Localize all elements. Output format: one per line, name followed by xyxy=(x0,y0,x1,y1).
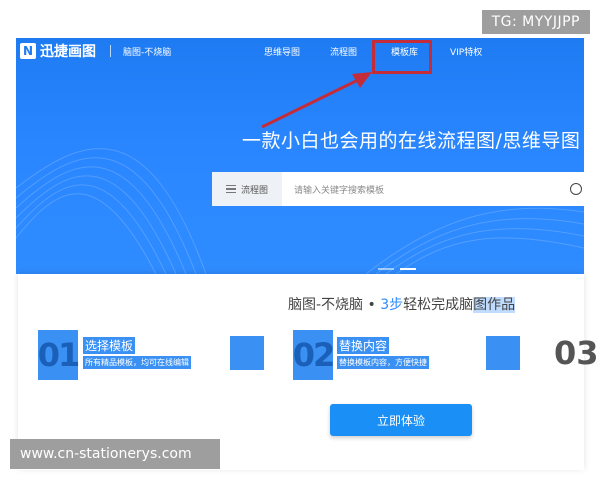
screenshot-stage: TG: MYYJJPP N 迅捷画图 脑图-不烧脑 思维导图 流程图 模板库 V… xyxy=(0,0,600,480)
try-now-button[interactable]: 立即体验 xyxy=(330,404,472,436)
nav-item-vip[interactable]: VIP特权 xyxy=(450,45,482,58)
subtitle-prefix: 脑图-不烧脑 • xyxy=(288,297,381,313)
search-input[interactable]: 请输入关键字搜索模板 xyxy=(294,183,570,196)
template-search-bar: 流程图 请输入关键字搜索模板 xyxy=(212,172,584,206)
search-icon[interactable] xyxy=(570,183,582,195)
steps-subtitle: 脑图-不烧脑 • 3步轻松完成脑图作品 xyxy=(288,294,516,314)
step-1-description: 所有精品模板，均可在线编辑 xyxy=(83,356,191,369)
carousel-indicators xyxy=(378,268,422,270)
logo-divider xyxy=(110,45,111,57)
search-type-dropdown[interactable]: 流程图 xyxy=(212,172,282,206)
step-2-description: 替换模板内容，方便快捷 xyxy=(337,356,429,369)
subtitle-end: 图作品 xyxy=(473,297,516,313)
subtitle-step-count: 3步 xyxy=(380,297,404,313)
hero-banner: N 迅捷画图 脑图-不烧脑 思维导图 流程图 模板库 VIP特权 xyxy=(16,38,584,274)
header-slogan: 脑图-不烧脑 xyxy=(123,47,172,58)
menu-icon xyxy=(225,185,236,193)
step-1-number: 01 xyxy=(38,330,80,380)
search-type-label: 流程图 xyxy=(240,185,268,196)
step-1-image xyxy=(230,336,264,370)
carousel-dot[interactable] xyxy=(378,268,394,270)
watermark-top: TG: MYYJJPP xyxy=(481,10,590,34)
nav-item-mind-map[interactable]: 思维导图 xyxy=(264,45,300,58)
hero-wave-decoration xyxy=(16,148,584,274)
subtitle-middle: 轻松完成脑 xyxy=(403,297,474,313)
logo-icon: N xyxy=(20,43,36,59)
hero-headline: 一款小白也会用的在线流程图/思维导图 xyxy=(242,130,581,152)
nav-item-flowchart[interactable]: 流程图 xyxy=(330,45,357,58)
annotation-highlight-box xyxy=(372,40,432,74)
step-1-title: 选择模板 xyxy=(83,337,136,354)
carousel-dot-active[interactable] xyxy=(400,268,416,270)
logo-text: 迅捷画图 xyxy=(40,44,96,60)
logo[interactable]: N 迅捷画图 xyxy=(20,41,96,61)
step-2-number: 02 xyxy=(293,330,335,380)
step-2-title: 替换内容 xyxy=(337,337,390,354)
step-3-number: 03 xyxy=(554,334,599,372)
watermark-bottom: www.cn-stationerys.com xyxy=(10,439,220,469)
step-2-image xyxy=(486,336,520,370)
